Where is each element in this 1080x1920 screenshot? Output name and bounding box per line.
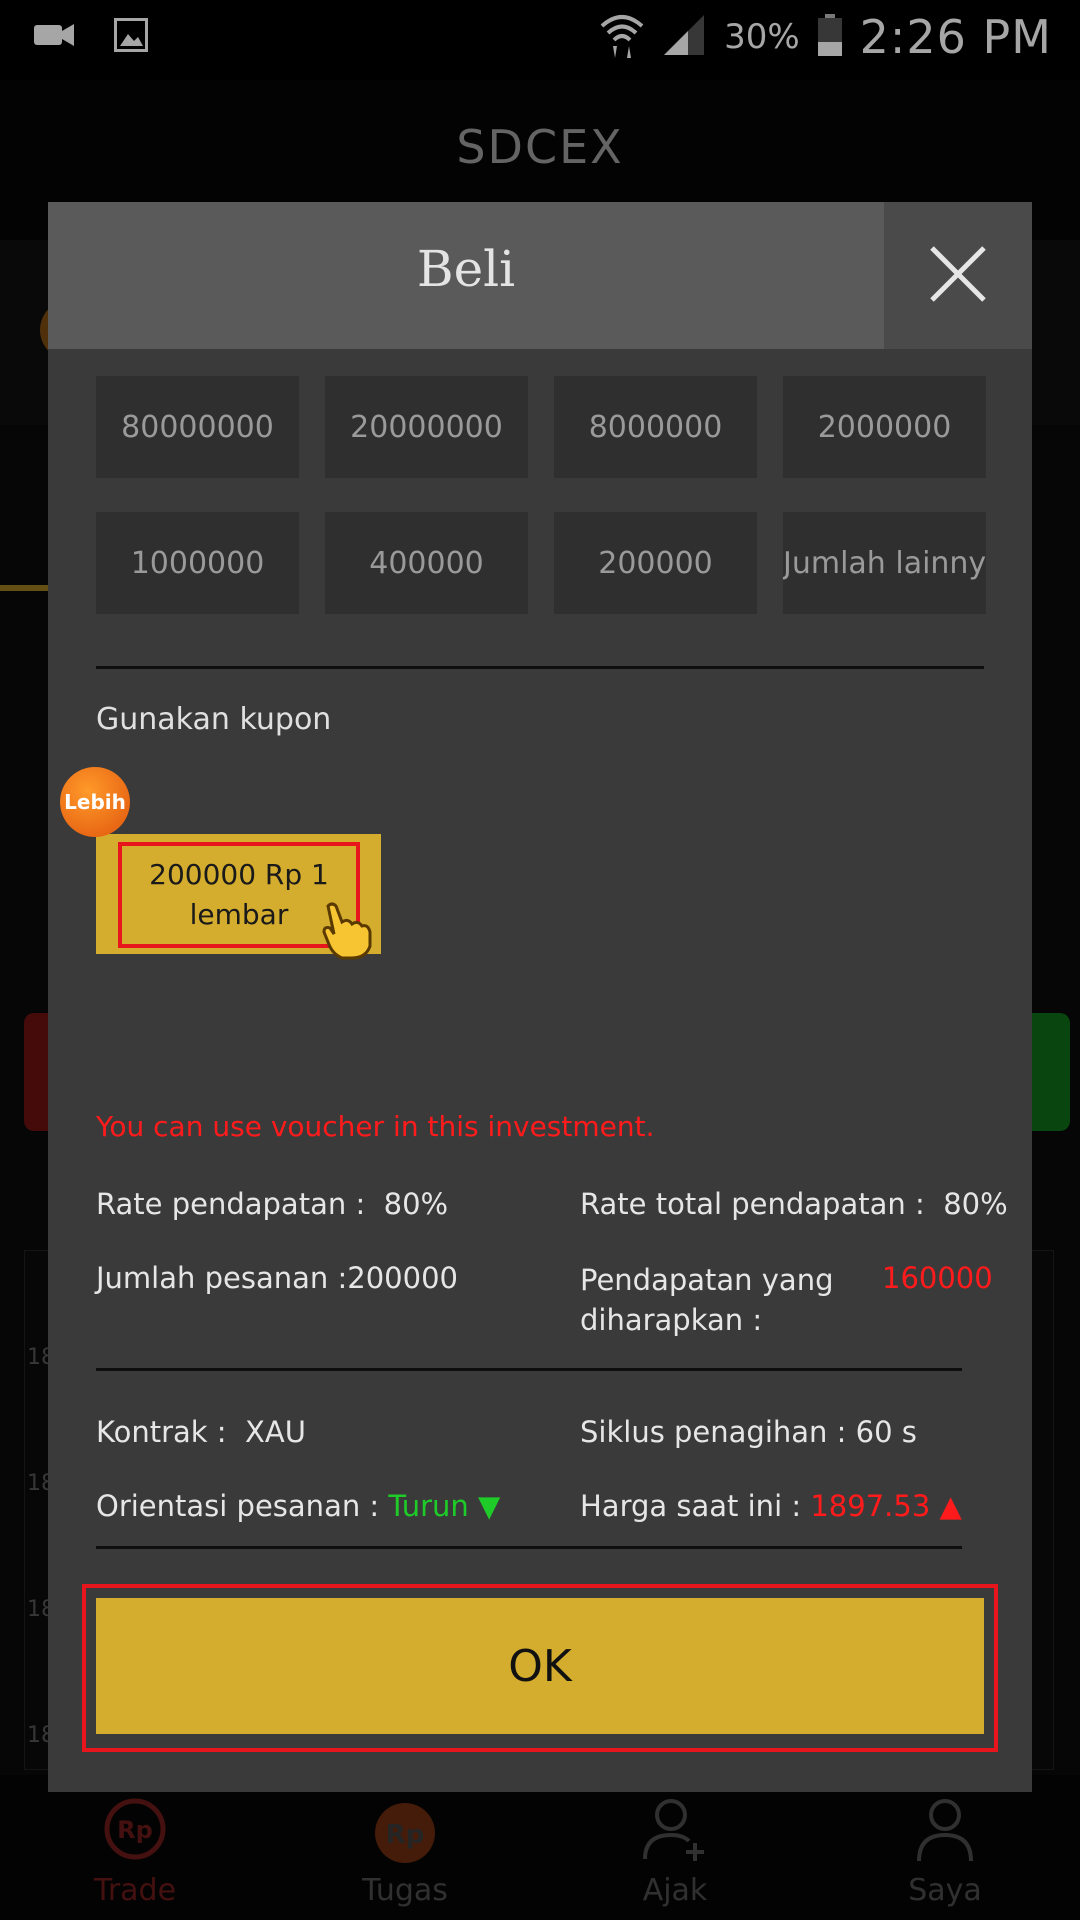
orientation-row: Orientasi pesanan : Turun ▼ [96,1489,500,1523]
amount-option[interactable]: 1000000 [96,512,299,614]
amount-option[interactable]: 8000000 [554,376,757,478]
close-button[interactable] [884,202,1032,349]
current-price-value: 1897.53 [810,1489,931,1523]
current-price-label: Harga saat ini : [580,1489,802,1523]
amount-option[interactable]: 20000000 [325,376,528,478]
close-icon [928,244,988,308]
divider [96,1546,962,1549]
buy-dialog: Beli 80000000 20000000 8000000 2000000 1… [48,202,1032,1792]
current-price-row: Harga saat ini : 1897.53 ▲ [580,1489,962,1523]
other-amount-button[interactable]: Jumlah lainny [783,512,986,614]
ok-button[interactable]: OK [96,1598,984,1734]
rate-total-value: 80% [943,1187,1008,1221]
contract-row: Kontrak : XAU [96,1415,306,1449]
up-arrow-icon: ▲ [939,1489,962,1523]
billing-cycle-label: Siklus penagihan : [580,1415,847,1449]
divider [96,666,984,669]
rate-value: 80% [383,1187,449,1221]
amount-option[interactable]: 200000 [554,512,757,614]
order-amount-label: Jumlah pesanan : [96,1261,348,1295]
amount-option[interactable]: 80000000 [96,376,299,478]
more-coupons-badge[interactable]: Lebih [60,767,130,837]
expected-income-value: 160000 [882,1261,993,1295]
expected-income-row: 160000 [882,1261,993,1295]
order-amount-value: 200000 [347,1261,458,1295]
orientation-label: Orientasi pesanan : [96,1489,380,1523]
amount-options: 80000000 20000000 8000000 2000000 100000… [96,376,986,614]
voucher-message: You can use voucher in this investment. [96,1110,655,1143]
contract-value: XAU [244,1415,306,1449]
rate-row: Rate pendapatan : 80% [96,1187,448,1221]
down-arrow-icon: ▼ [478,1489,501,1523]
amount-option[interactable]: 400000 [325,512,528,614]
expected-income-label: Pendapatan yang diharapkan : [580,1263,834,1337]
billing-cycle-row: Siklus penagihan : 60 s [580,1415,917,1449]
dialog-header: Beli [48,202,1032,349]
rate-total-row: Rate total pendapatan : 80% [580,1187,1008,1221]
amount-option[interactable]: 2000000 [783,376,986,478]
divider [96,1368,962,1371]
billing-cycle-value: 60 s [855,1415,917,1449]
dialog-title: Beli [416,240,516,298]
orientation-value: Turun [388,1489,469,1523]
rate-total-label: Rate total pendapatan : [580,1187,925,1221]
pointing-hand-icon [318,902,374,964]
coupon-section-label: Gunakan kupon [96,702,332,737]
rate-label: Rate pendapatan : [96,1187,366,1221]
order-amount-row: Jumlah pesanan :200000 [96,1261,458,1295]
contract-label: Kontrak : [96,1415,227,1449]
